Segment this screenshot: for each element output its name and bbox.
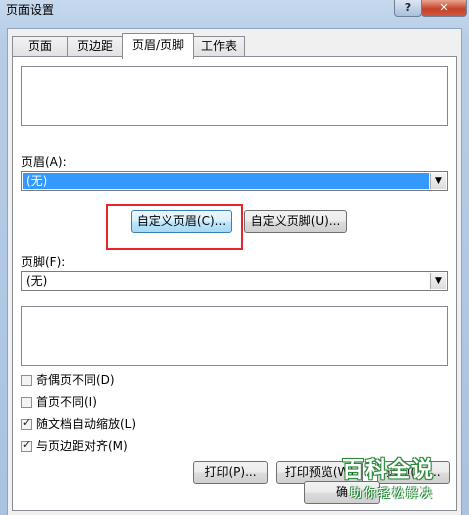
title-bar: 页面设置 ? ✕ xyxy=(0,0,469,18)
dialog-client: 页面 页边距 页眉/页脚 工作表 页眉(A): (无) ▼ 自定义页眉(C)..… xyxy=(7,28,462,515)
tab-page[interactable]: 页面 xyxy=(12,36,68,57)
watermark-logo: 百科全说 助你轻松解决 xyxy=(336,450,462,510)
print-button[interactable]: 打印(P)... xyxy=(193,461,268,484)
chevron-down-icon[interactable]: ▼ xyxy=(430,273,446,289)
tab-margins[interactable]: 页边距 xyxy=(67,36,123,57)
header-preview xyxy=(21,66,448,126)
option-scale-with-document[interactable]: ✓ 随文档自动缩放(L) xyxy=(21,417,136,433)
help-button[interactable]: ? xyxy=(394,0,422,17)
checkbox[interactable]: ✓ xyxy=(21,438,32,452)
option-align-with-margins[interactable]: ✓ 与页边距对齐(M) xyxy=(21,439,128,455)
footer-label: 页脚(F): xyxy=(21,255,66,269)
option-label: 首页不同(I) xyxy=(36,395,97,409)
watermark-main: 百科全说 xyxy=(342,458,435,483)
checkbox[interactable]: ✓ xyxy=(21,416,32,430)
header-select-value: (无) xyxy=(23,173,429,189)
watermark-sub: 助你轻松解决 xyxy=(350,486,435,500)
page-setup-dialog: 页面设置 ? ✕ 页面 页边距 页眉/页脚 工作表 页眉(A): (无) ▼ 自… xyxy=(0,0,469,515)
option-label: 随文档自动缩放(L) xyxy=(36,417,137,431)
footer-select[interactable]: (无) ▼ xyxy=(21,271,448,291)
custom-header-button[interactable]: 自定义页眉(C)... xyxy=(131,210,232,233)
check-icon: ✓ xyxy=(22,438,32,451)
header-footer-panel: 页眉(A): (无) ▼ 自定义页眉(C)... 自定义页脚(U)... 页脚(… xyxy=(12,56,457,511)
dialog-title: 页面设置 xyxy=(6,3,55,17)
chevron-down-icon[interactable]: ▼ xyxy=(430,173,446,189)
checkbox[interactable] xyxy=(21,375,32,386)
option-label: 奇偶页不同(D) xyxy=(36,373,115,387)
option-label: 与页边距对齐(M) xyxy=(36,439,128,453)
close-button[interactable]: ✕ xyxy=(421,0,467,17)
option-different-first-page[interactable]: 首页不同(I) xyxy=(21,395,97,411)
footer-preview xyxy=(21,306,448,366)
option-different-odd-even[interactable]: 奇偶页不同(D) xyxy=(21,373,115,389)
check-icon: ✓ xyxy=(22,416,32,429)
custom-footer-button[interactable]: 自定义页脚(U)... xyxy=(244,210,347,233)
header-select[interactable]: (无) ▼ xyxy=(21,171,448,191)
footer-select-value: (无) xyxy=(26,274,48,288)
checkbox[interactable] xyxy=(21,397,32,408)
tab-header-footer[interactable]: 页眉/页脚 xyxy=(122,33,194,59)
header-label: 页眉(A): xyxy=(21,155,67,169)
tab-sheet[interactable]: 工作表 xyxy=(193,36,245,57)
